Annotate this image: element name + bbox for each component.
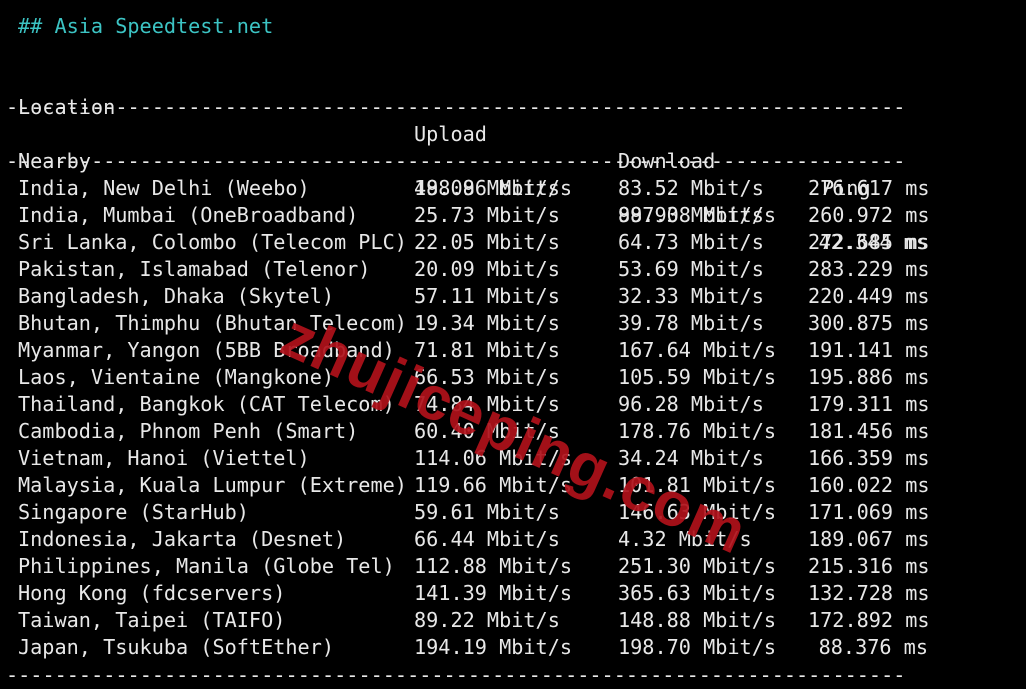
row-upload: 66.44 Mbit/s	[414, 527, 560, 551]
row-upload: 19.34 Mbit/s	[414, 311, 560, 335]
separator-line: ----------------------------------------…	[6, 149, 906, 173]
row-location: Japan, Tsukuba (SoftEther)	[18, 635, 335, 659]
row-upload: 112.88 Mbit/s	[414, 554, 573, 578]
row-location: Vietnam, Hanoi (Viettel)	[18, 446, 310, 470]
row-download: 39.78 Mbit/s	[618, 311, 764, 335]
row-ping: 260.972 ms	[808, 203, 930, 227]
row-upload: 59.61 Mbit/s	[414, 500, 560, 524]
row-ping: 215.316 ms	[808, 554, 930, 578]
row-download: 365.63 Mbit/s	[618, 581, 777, 605]
table-header-row: Location Upload Download Ping	[18, 67, 871, 200]
row-ping: 300.875 ms	[808, 311, 930, 335]
row-location: India, New Delhi (Weebo)	[18, 176, 310, 200]
row-download: 148.88 Mbit/s	[618, 608, 777, 632]
row-ping: 272.685 ms	[808, 230, 930, 254]
row-location: Malaysia, Kuala Lumpur (Extreme)	[18, 473, 407, 497]
row-location: Philippines, Manila (Globe Tel)	[18, 554, 395, 578]
row-download: 32.33 Mbit/s	[618, 284, 764, 308]
row-upload: 22.05 Mbit/s	[414, 230, 560, 254]
row-ping: 220.449 ms	[808, 284, 930, 308]
row-ping: 195.886 ms	[808, 365, 930, 389]
row-ping: 283.229 ms	[808, 257, 930, 281]
row-upload: 89.22 Mbit/s	[414, 608, 560, 632]
row-download: 83.52 Mbit/s	[618, 176, 764, 200]
row-location: Singapore (StarHub)	[18, 500, 249, 524]
row-upload: 57.11 Mbit/s	[414, 284, 560, 308]
row-location: Pakistan, Islamabad (Telenor)	[18, 257, 371, 281]
row-location: Sri Lanka, Colombo (Telecom PLC)	[18, 230, 407, 254]
row-ping: 276.617 ms	[808, 176, 930, 200]
row-ping: 88.376 ms	[818, 635, 928, 659]
row-upload: 141.39 Mbit/s	[414, 581, 573, 605]
section-heading: ## Asia Speedtest.net	[18, 14, 274, 38]
terminal-output: ## Asia Speedtest.net Location Upload Do…	[6, 0, 1018, 687]
row-location: India, Mumbai (OneBroadband)	[18, 203, 359, 227]
row-ping: 172.892 ms	[808, 608, 930, 632]
row-ping: 179.311 ms	[808, 392, 930, 416]
row-ping: 181.456 ms	[808, 419, 930, 443]
row-download: 96.28 Mbit/s	[618, 392, 764, 416]
row-location: Hong Kong (fdcservers)	[18, 581, 286, 605]
row-download: 53.69 Mbit/s	[618, 257, 764, 281]
row-upload: 25.73 Mbit/s	[414, 203, 560, 227]
nearby-row: Nearby 488.96 Mbit/s 887.08 Mbit/s 42.34…	[18, 121, 928, 254]
separator-line: ----------------------------------------…	[6, 663, 906, 687]
row-upload: 19.08 Mbit/s	[414, 176, 560, 200]
row-download: 167.64 Mbit/s	[618, 338, 777, 362]
row-download: 251.30 Mbit/s	[618, 554, 777, 578]
row-download: 99.93 Mbit/s	[618, 203, 764, 227]
row-upload: 20.09 Mbit/s	[414, 257, 560, 281]
separator-line: ----------------------------------------…	[6, 95, 906, 119]
row-ping: 189.067 ms	[808, 527, 930, 551]
row-download: 198.70 Mbit/s	[618, 635, 777, 659]
row-ping: 166.359 ms	[808, 446, 930, 470]
row-ping: 160.022 ms	[808, 473, 930, 497]
row-location: Cambodia, Phnom Penh (Smart)	[18, 419, 359, 443]
row-download: 64.73 Mbit/s	[618, 230, 764, 254]
row-ping: 171.069 ms	[808, 500, 930, 524]
row-location: Bangladesh, Dhaka (Skytel)	[18, 284, 335, 308]
row-location: Indonesia, Jakarta (Desnet)	[18, 527, 347, 551]
row-download: 178.76 Mbit/s	[618, 419, 777, 443]
row-ping: 191.141 ms	[808, 338, 930, 362]
row-download: 105.59 Mbit/s	[618, 365, 777, 389]
column-header-upload: Upload	[414, 122, 487, 146]
row-location: Taiwan, Taipei (TAIFO)	[18, 608, 286, 632]
row-upload: 194.19 Mbit/s	[414, 635, 573, 659]
row-ping: 132.728 ms	[808, 581, 930, 605]
